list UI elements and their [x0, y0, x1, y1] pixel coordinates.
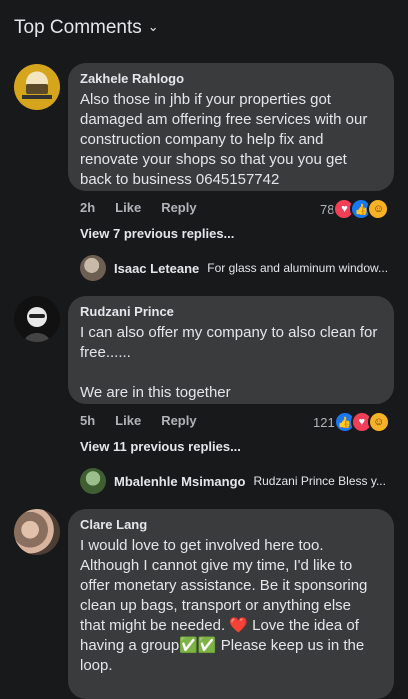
comment-author[interactable]: Rudzani Prince — [80, 304, 380, 319]
top-comments-label: Top Comments — [14, 17, 142, 38]
reply-button[interactable]: Reply — [161, 200, 196, 215]
profile-photo-icon — [24, 307, 50, 342]
avatar[interactable] — [80, 255, 106, 281]
latest-reply[interactable]: Isaac Leteane For glass and aluminum win… — [80, 255, 394, 281]
comment-text: Also those in jhb if your properties got… — [80, 91, 368, 188]
reply-button[interactable]: Reply — [161, 413, 196, 428]
like-button[interactable]: Like — [115, 200, 141, 215]
avatar[interactable] — [14, 64, 60, 110]
company-logo-icon — [22, 84, 52, 99]
chevron-down-icon: ⌄ — [147, 19, 159, 34]
reply-author[interactable]: Mbalenhle Msimango — [114, 474, 245, 489]
reply-text: Rudzani Prince Bless y... — [253, 474, 386, 488]
reaction-count: 78 — [320, 201, 335, 217]
reaction-summary[interactable]: 121 👍 ♥ ☺ — [313, 411, 390, 433]
comment-actions: 2h Like Reply — [80, 200, 197, 215]
care-reaction-icon: ☺ — [367, 198, 390, 220]
reply-author[interactable]: Isaac Leteane — [114, 261, 199, 276]
reaction-summary[interactable]: 78 ♥ 👍 ☺ — [320, 198, 390, 220]
care-reaction-icon: ☺ — [367, 411, 390, 433]
comment-author[interactable]: Zakhele Rahlogo — [80, 71, 380, 86]
view-previous-replies[interactable]: View 11 previous replies... — [80, 439, 241, 454]
reply-text: For glass and aluminum window... — [207, 261, 389, 275]
comment-bubble[interactable]: Clare Lang I would love to get involved … — [68, 509, 394, 699]
like-button[interactable]: Like — [115, 413, 141, 428]
comment-author[interactable]: Clare Lang — [80, 517, 380, 532]
comment-text: I would love to get involved here too. A… — [80, 537, 368, 674]
avatar[interactable] — [80, 468, 106, 494]
comment-bubble[interactable]: Rudzani Prince I can also offer my compa… — [68, 296, 394, 404]
top-comments-filter[interactable]: Top Comments ⌄ — [14, 17, 159, 39]
comment-actions: 5h Like Reply — [80, 413, 197, 428]
comment-time[interactable]: 2h — [80, 200, 95, 215]
comment-text: I can also offer my company to also clea… — [80, 324, 378, 401]
avatar[interactable] — [14, 509, 60, 555]
latest-reply[interactable]: Mbalenhle Msimango Rudzani Prince Bless … — [80, 468, 394, 494]
comment-time[interactable]: 5h — [80, 413, 95, 428]
reaction-count: 121 — [313, 414, 335, 430]
comment-bubble[interactable]: Zakhele Rahlogo Also those in jhb if you… — [68, 63, 394, 191]
view-previous-replies[interactable]: View 7 previous replies... — [80, 226, 234, 241]
avatar[interactable] — [14, 296, 60, 342]
